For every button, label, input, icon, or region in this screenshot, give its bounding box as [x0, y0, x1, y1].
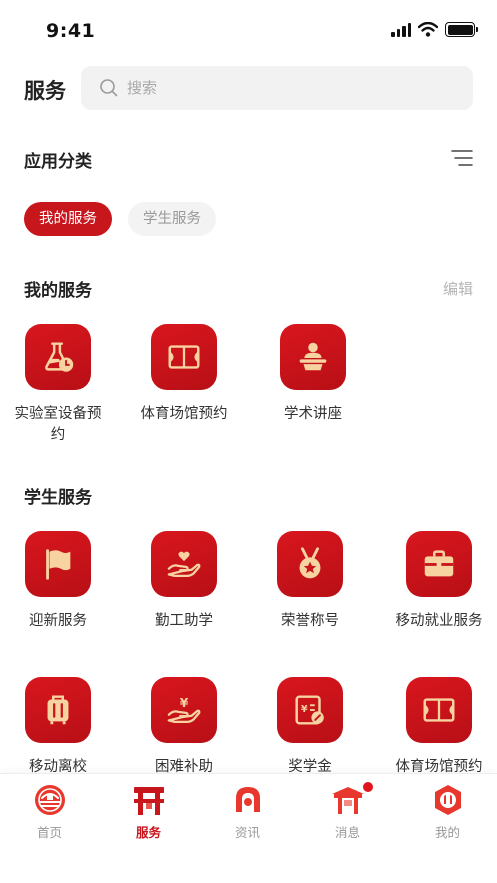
- category-title: 应用分类: [24, 152, 92, 172]
- tab-my-services[interactable]: 我的服务: [24, 202, 112, 236]
- tab-student-services[interactable]: 学生服务: [128, 202, 216, 236]
- court-icon: [406, 677, 472, 743]
- header: 服务: [0, 66, 497, 110]
- tabbar-label: 首页: [36, 825, 62, 840]
- hand-heart-icon: [151, 531, 217, 597]
- search-input[interactable]: [127, 66, 457, 110]
- briefcase-icon: [406, 531, 472, 597]
- flag-icon: [25, 531, 91, 597]
- battery-icon: [445, 22, 478, 37]
- page-title: 服务: [24, 79, 66, 103]
- flask-clock-icon: [25, 324, 91, 390]
- cellular-signal-icon: [391, 22, 411, 37]
- hand-yuan-icon: ¥: [151, 677, 217, 743]
- search-box[interactable]: [81, 66, 473, 110]
- service-label: 荣誉称号: [281, 613, 339, 629]
- search-icon: [100, 79, 118, 97]
- tabbar-item-services[interactable]: 服务: [99, 782, 198, 846]
- sort-filter-icon[interactable]: [451, 148, 473, 168]
- luggage-icon: [25, 677, 91, 743]
- student-services-title: 学生服务: [24, 488, 92, 508]
- news-knot-icon: [236, 787, 260, 812]
- service-label: 移动就业服务: [395, 613, 483, 629]
- service-label: 实验室设备预约: [14, 406, 102, 443]
- tabbar-label: 消息: [334, 825, 360, 840]
- medal-icon: [277, 531, 343, 597]
- service-label: 迎新服务: [29, 613, 87, 629]
- edit-button[interactable]: 编辑: [443, 278, 473, 299]
- my-services-header: 我的服务 编辑: [0, 276, 497, 302]
- student-services-header: 学生服务: [0, 483, 497, 509]
- svg-text:¥: ¥: [180, 696, 189, 710]
- profile-emblem-icon: [435, 785, 461, 815]
- svg-text:¥: ¥: [301, 704, 308, 715]
- tabbar-label: 服务: [135, 825, 161, 840]
- scholarship-card-icon: ¥: [277, 677, 343, 743]
- tabbar-item-news[interactable]: 资讯: [198, 782, 297, 846]
- category-tabs: 我的服务 学生服务: [24, 202, 216, 236]
- tabbar-item-messages[interactable]: 消息: [298, 780, 397, 846]
- tabbar-item-home[interactable]: 首页: [0, 782, 99, 846]
- service-label: 勤工助学: [155, 613, 213, 629]
- category-header: 应用分类: [0, 144, 497, 174]
- status-icons: [391, 22, 478, 37]
- home-emblem-icon: [35, 785, 65, 815]
- status-time: 9:41: [46, 20, 96, 42]
- status-bar: 9:41: [0, 0, 497, 60]
- my-services-title: 我的服务: [24, 281, 92, 301]
- tabbar-item-profile[interactable]: 我的: [398, 782, 497, 846]
- unread-badge: [361, 780, 375, 794]
- lecturer-podium-icon: [280, 324, 346, 390]
- tabbar-label: 我的: [434, 825, 460, 840]
- wifi-icon: [418, 22, 438, 37]
- service-gate-icon: [134, 787, 164, 815]
- court-icon: [151, 324, 217, 390]
- service-label: 体育场馆预约: [140, 406, 228, 422]
- bottom-tab-bar: 首页 服务 资讯 消息 我的: [0, 773, 497, 883]
- tabbar-label: 资讯: [234, 825, 260, 840]
- service-label: 学术讲座: [284, 406, 342, 422]
